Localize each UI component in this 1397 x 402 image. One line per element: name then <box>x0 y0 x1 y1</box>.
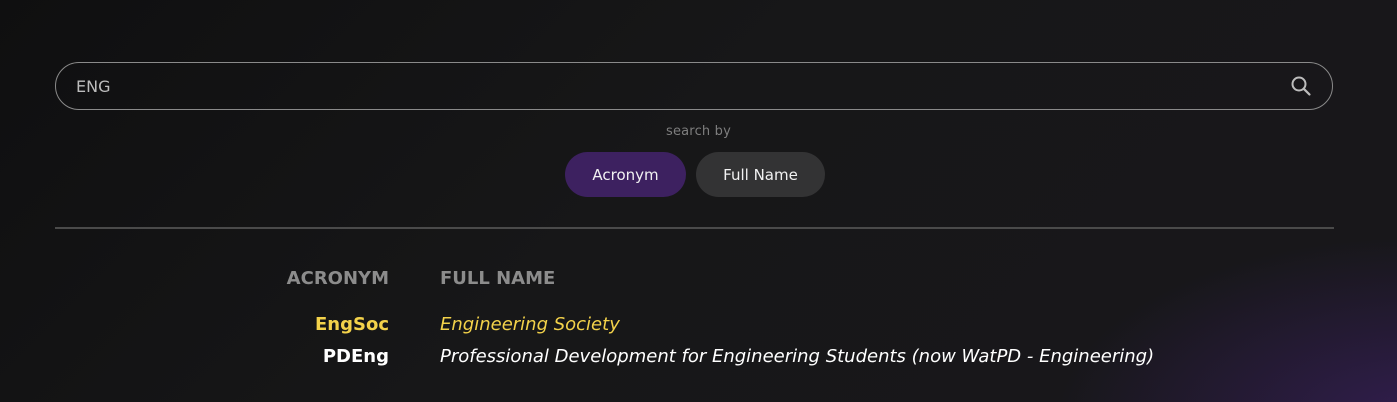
results-table: ACRONYM FULL NAME EngSoc Engineering Soc… <box>0 266 1397 376</box>
row-full-name: Engineering Society <box>440 314 620 335</box>
search-mode-toggle: Acronym Full Name <box>565 152 825 197</box>
table-row[interactable]: EngSoc Engineering Society <box>0 312 1397 344</box>
full-name-button[interactable]: Full Name <box>696 152 825 197</box>
search-by-label: search by <box>665 124 732 139</box>
row-acronym: PDEng <box>322 346 389 367</box>
acronym-column-header: ACRONYM <box>286 268 389 289</box>
acronym-button[interactable]: Acronym <box>565 152 686 197</box>
row-full-name: Professional Development for Engineering… <box>440 346 1155 367</box>
search-bar <box>55 62 1333 110</box>
row-acronym: EngSoc <box>315 314 389 335</box>
full-name-column-header: FULL NAME <box>440 268 556 289</box>
search-input[interactable] <box>56 63 1290 109</box>
divider <box>55 227 1334 229</box>
table-row[interactable]: PDEng Professional Development for Engin… <box>0 344 1397 376</box>
table-header: ACRONYM FULL NAME <box>0 266 1397 312</box>
search-icon[interactable] <box>1290 75 1312 97</box>
